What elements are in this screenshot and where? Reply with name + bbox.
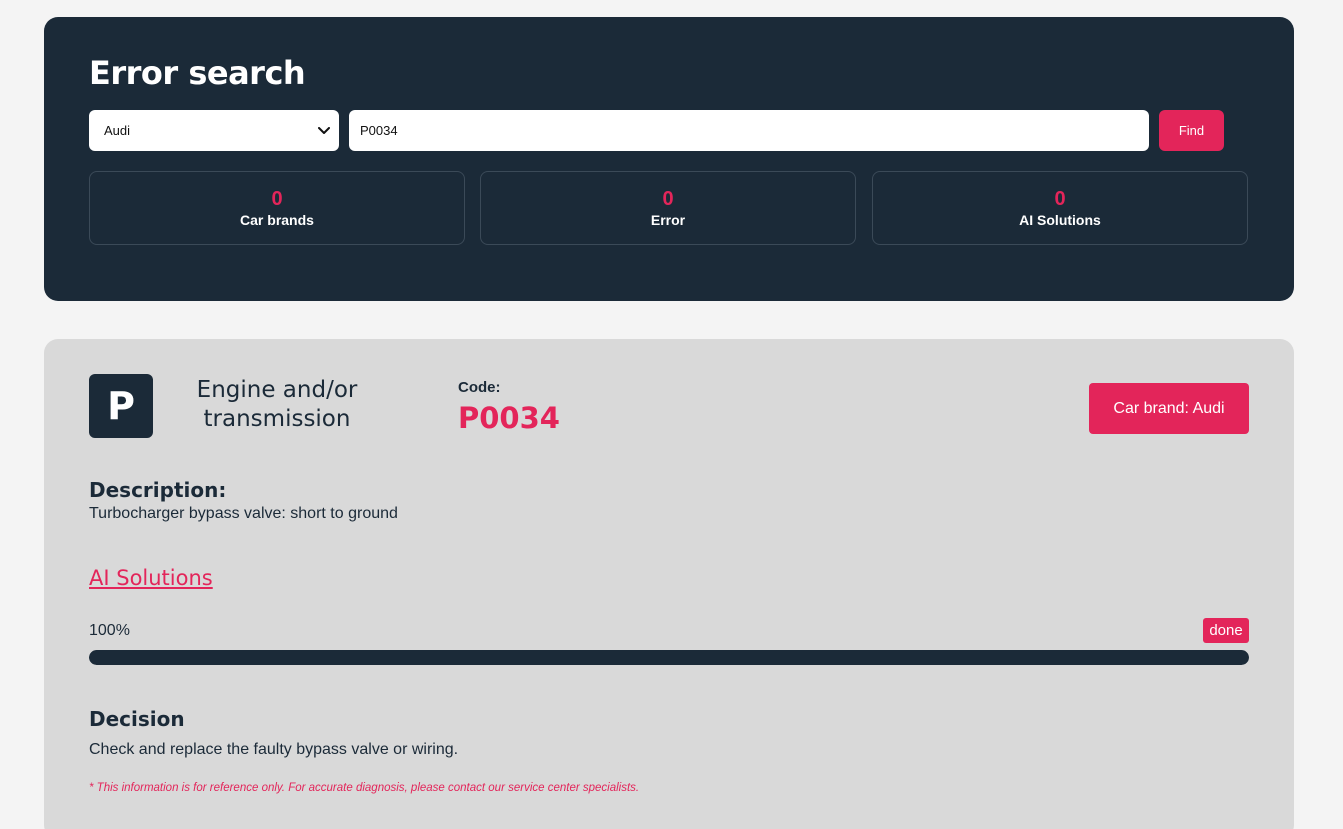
find-button[interactable]: Find: [1159, 110, 1224, 151]
stat-label: AI Solutions: [1019, 212, 1101, 228]
stat-card-car-brands: 0 Car brands: [89, 171, 465, 245]
description-text: Turbocharger bypass valve: short to grou…: [89, 505, 398, 522]
progress-percent: 100%: [89, 622, 130, 639]
progress-fill: [89, 650, 1249, 665]
category-badge: P: [89, 374, 153, 438]
stat-card-error: 0 Error: [480, 171, 856, 245]
chevron-down-icon: [317, 124, 331, 138]
car-brand-tag: Car brand: Audi: [1089, 383, 1249, 434]
ai-solutions-link[interactable]: AI Solutions: [89, 566, 213, 590]
stat-value: 0: [662, 188, 674, 210]
stat-label: Car brands: [240, 212, 314, 228]
result-panel: P Engine and/or transmission Code: P0034…: [44, 339, 1294, 829]
brand-select[interactable]: Audi: [89, 110, 339, 151]
search-title: Error search: [89, 54, 306, 92]
stat-value: 0: [271, 188, 283, 210]
error-code-input[interactable]: [349, 110, 1149, 151]
category-name: Engine and/or transmission: [196, 377, 358, 432]
stat-card-ai-solutions: 0 AI Solutions: [872, 171, 1248, 245]
decision-heading: Decision: [89, 707, 185, 731]
progress-bar: [89, 650, 1249, 665]
brand-select-value: Audi: [104, 123, 131, 138]
stat-label: Error: [650, 212, 686, 228]
code-label: Code:: [458, 379, 501, 396]
decision-text: Check and replace the faulty bypass valv…: [89, 741, 459, 758]
code-value: P0034: [458, 401, 560, 435]
search-panel: Error search Audi Find 0 Car brands 0 Er…: [44, 17, 1294, 301]
disclaimer: * This information is for reference only…: [89, 782, 640, 794]
status-badge: done: [1203, 618, 1249, 643]
description-heading: Description:: [89, 478, 227, 502]
stat-value: 0: [1054, 188, 1066, 210]
